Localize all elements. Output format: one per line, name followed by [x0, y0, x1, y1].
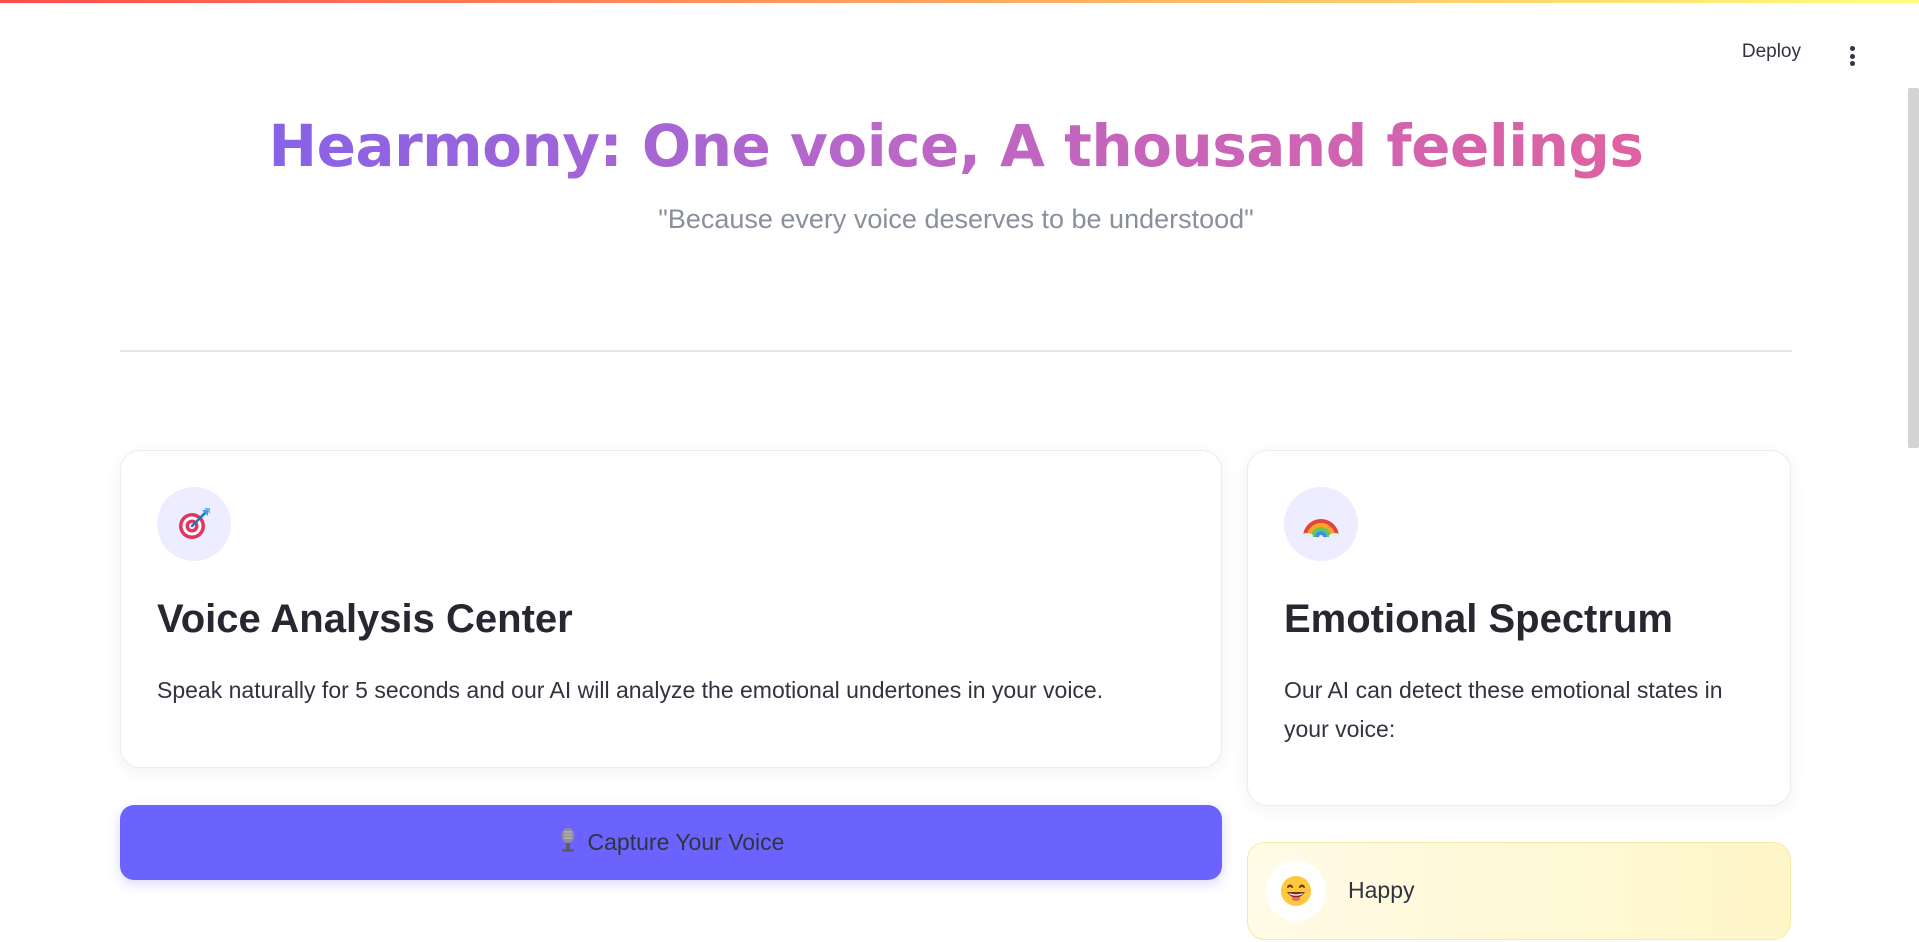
app-header: Deploy: [0, 3, 1919, 66]
emotional-spectrum-description: Our AI can detect these emotional states…: [1284, 677, 1723, 742]
section-divider: [120, 350, 1792, 352]
page-subtitle: "Because every voice deserves to be unde…: [658, 204, 1254, 234]
capture-voice-button[interactable]: Capture Your Voice: [120, 805, 1222, 880]
page-scrollbar[interactable]: [1908, 88, 1919, 448]
voice-analysis-card: Voice Analysis Center Speak naturally fo…: [120, 450, 1222, 768]
voice-analysis-description: Speak naturally for 5 seconds and our AI…: [157, 677, 1104, 703]
rainbow-icon: [1284, 487, 1358, 561]
happy-face-icon: [1266, 861, 1326, 921]
target-icon: [157, 487, 231, 561]
emotional-spectrum-card: Emotional Spectrum Our AI can detect the…: [1247, 450, 1791, 806]
emotion-item-happy: Happy: [1247, 842, 1791, 940]
emotional-spectrum-title: Emotional Spectrum: [1284, 597, 1673, 641]
emotion-label: Happy: [1348, 877, 1415, 903]
capture-voice-label: Capture Your Voice: [587, 829, 785, 855]
main-menu-icon[interactable]: [1840, 44, 1864, 68]
microphone-icon: [558, 827, 578, 859]
voice-analysis-title: Voice Analysis Center: [157, 597, 573, 641]
page-title: Hearmony: One voice, A thousand feelings: [120, 112, 1792, 180]
deploy-button[interactable]: Deploy: [1742, 41, 1801, 63]
